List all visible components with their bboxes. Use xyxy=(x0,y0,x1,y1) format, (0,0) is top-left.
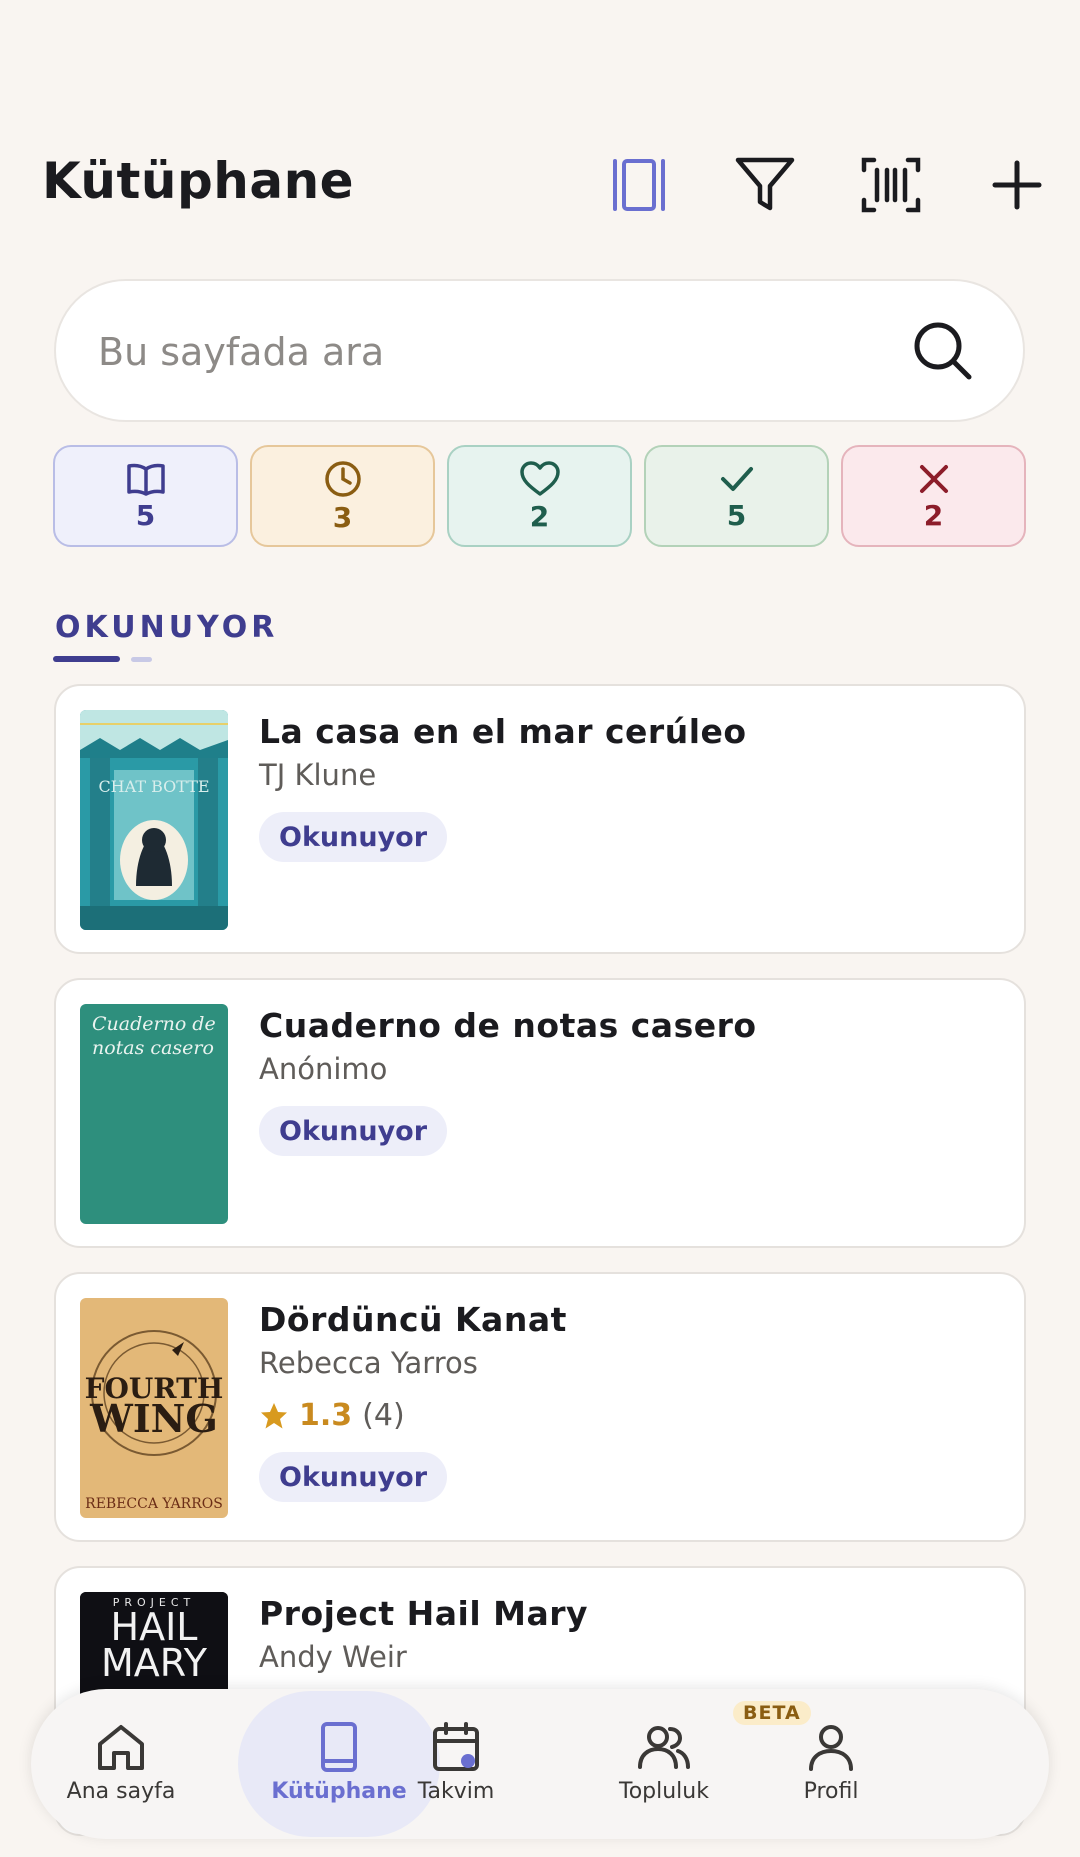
book-author: Rebecca Yarros xyxy=(259,1346,478,1380)
book-author: TJ Klune xyxy=(259,758,377,792)
chip-want-to-read[interactable]: 3 xyxy=(250,445,435,547)
nav-label: Profil xyxy=(803,1779,859,1804)
book-rating: 1.3 (4) xyxy=(259,1398,405,1433)
cover-title: Cuaderno de notas casero xyxy=(92,1013,216,1059)
status-filter-chips: 5 3 2 5 2 xyxy=(53,445,1027,548)
clock-icon xyxy=(324,460,361,497)
chip-finished[interactable]: 5 xyxy=(644,445,829,547)
add-icon[interactable] xyxy=(982,150,1052,220)
book-title: Dördüncü Kanat xyxy=(259,1300,567,1339)
calendar-icon xyxy=(433,1722,479,1771)
chip-favorites[interactable]: 2 xyxy=(447,445,632,547)
book-cover: FOURTH WING REBECCA YARROS xyxy=(80,1298,228,1518)
profile-icon xyxy=(809,1725,853,1771)
book-card[interactable]: Cuaderno de notas casero Cuaderno de not… xyxy=(54,978,1026,1248)
bottom-navigation: Ana sayfa Kütüphane Takvim BETA Topluluk xyxy=(31,1689,1049,1839)
rating-value: 1.3 xyxy=(299,1398,353,1433)
book-cover: Cuaderno de notas casero xyxy=(80,1004,228,1224)
book-title: Cuaderno de notas casero xyxy=(259,1006,757,1045)
tab-reading[interactable]: OKUNUYOR xyxy=(55,610,278,645)
barcode-scan-icon[interactable] xyxy=(856,150,926,220)
book-author: Anónimo xyxy=(259,1052,388,1086)
community-icon xyxy=(638,1726,690,1769)
book-cover: CHAT BOTTE xyxy=(80,710,228,930)
cover-title-bottom: WING xyxy=(89,1396,218,1441)
cover-title-bottom: MARY xyxy=(101,1641,208,1685)
status-badge[interactable]: Okunuyor xyxy=(259,1106,448,1156)
nav-profile[interactable]: Profil xyxy=(761,1689,901,1839)
nav-label: Ana sayfa xyxy=(66,1779,176,1804)
status-badge[interactable]: Okunuyor xyxy=(259,1452,448,1502)
nav-label: Takvim xyxy=(417,1779,495,1804)
nav-home[interactable]: Ana sayfa xyxy=(51,1689,191,1839)
chip-count: 5 xyxy=(726,498,747,532)
book-title: Project Hail Mary xyxy=(259,1594,589,1633)
search-icon[interactable] xyxy=(911,319,975,383)
book-card[interactable]: CHAT BOTTE La casa en el mar cerúleo TJ … xyxy=(54,684,1026,954)
book-author: Andy Weir xyxy=(259,1640,407,1674)
cover-author: REBECCA YARROS xyxy=(85,1496,223,1512)
heart-icon xyxy=(519,460,560,496)
tab-indicator-active xyxy=(53,656,120,662)
tab-indicator-next xyxy=(131,657,152,662)
check-icon xyxy=(720,466,753,491)
book-icon xyxy=(321,1722,357,1772)
book-card[interactable]: FOURTH WING REBECCA YARROS Dördüncü Kana… xyxy=(54,1272,1026,1542)
chip-abandoned[interactable]: 2 xyxy=(841,445,1026,547)
filter-icon[interactable] xyxy=(730,150,800,220)
nav-community[interactable]: Topluluk xyxy=(584,1689,744,1839)
search-bar[interactable] xyxy=(54,279,1025,422)
chip-reading[interactable]: 5 xyxy=(53,445,238,547)
nav-label: Topluluk xyxy=(619,1779,709,1804)
home-icon xyxy=(98,1725,144,1770)
top-app-bar: Kütüphane xyxy=(0,130,1080,240)
cover-title: CHAT BOTTE xyxy=(98,777,209,796)
status-badge[interactable]: Okunuyor xyxy=(259,812,448,862)
star-icon xyxy=(261,1402,287,1428)
rating-count: (4) xyxy=(362,1398,405,1433)
view-toggle-icon[interactable] xyxy=(604,150,674,220)
book-title: La casa en el mar cerúleo xyxy=(259,712,747,751)
chip-count: 3 xyxy=(332,500,353,534)
open-book-icon xyxy=(126,463,165,496)
search-input[interactable] xyxy=(96,321,900,383)
chip-count: 2 xyxy=(529,499,550,533)
chip-count: 2 xyxy=(923,498,944,532)
close-icon xyxy=(919,464,948,493)
nav-calendar[interactable]: Takvim xyxy=(386,1689,526,1839)
chip-count: 5 xyxy=(135,498,156,532)
page-title: Kütüphane xyxy=(42,152,355,210)
